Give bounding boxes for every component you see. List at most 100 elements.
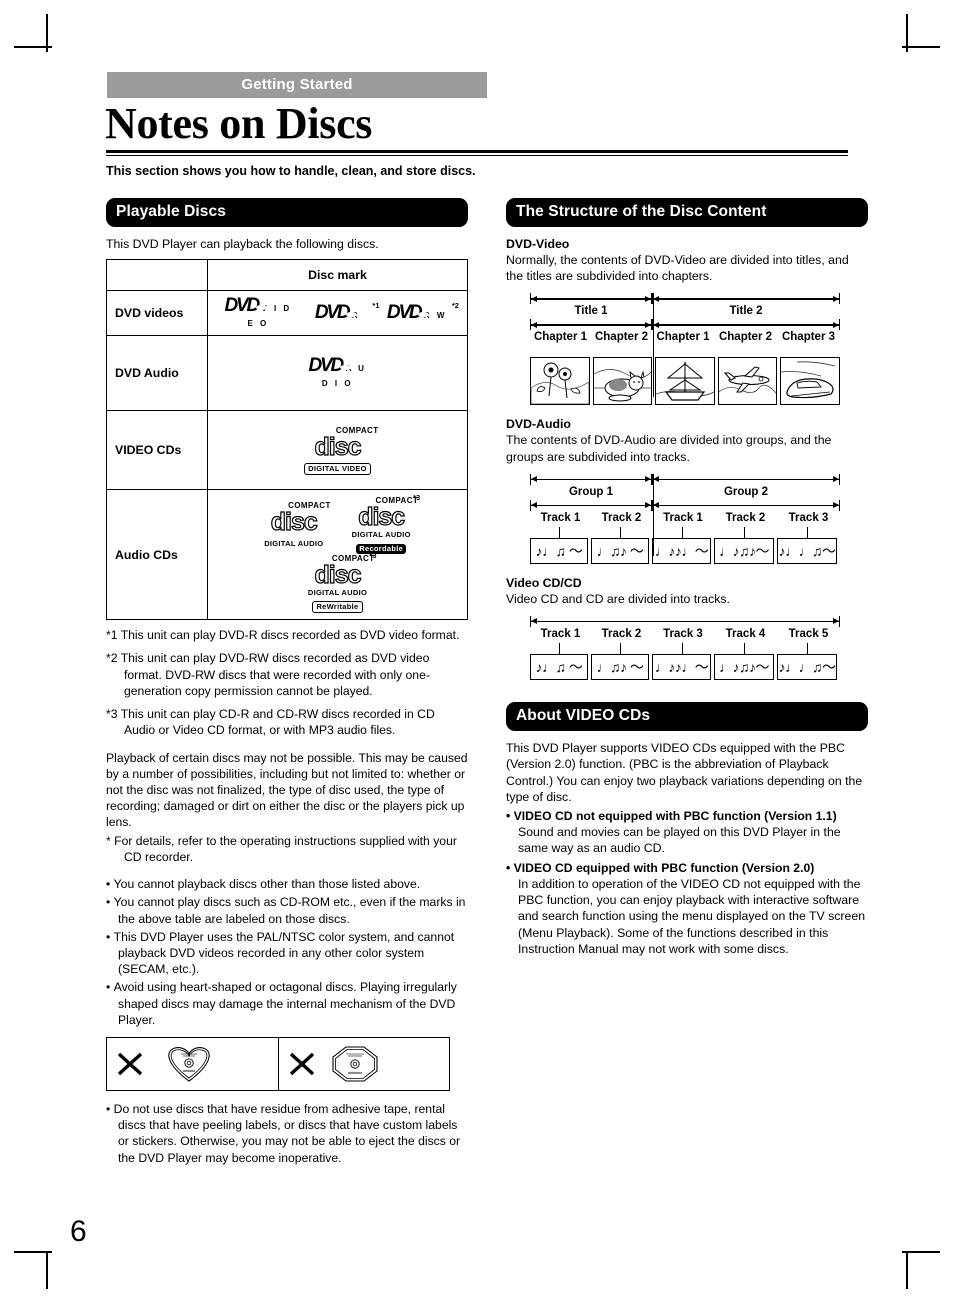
track-label: Track 3 bbox=[663, 628, 703, 641]
track-label: Track 4 bbox=[725, 628, 766, 641]
asterisk-note-text: For details, refer to the operating inst… bbox=[114, 833, 457, 864]
bullet-text: You cannot play discs such as CD-ROM etc… bbox=[113, 895, 466, 926]
table-row: VIDEO CDs COMPACT disc DIGITAL VIDEO bbox=[106, 410, 468, 491]
music-note-box: ♪♩♫ ～ bbox=[530, 526, 588, 564]
track-label: Track 2 bbox=[725, 511, 766, 524]
pbc-bullet-1-body: Sound and movies can be played on this D… bbox=[518, 825, 841, 856]
footnote-ref: *3 bbox=[369, 551, 377, 561]
row-marks-dvd-audio: DVD A U D I O bbox=[207, 335, 468, 412]
pbc-bullet-2-body: In addition to operation of the VIDEO CD… bbox=[518, 876, 866, 956]
connector-tick bbox=[807, 526, 809, 539]
title-arrow-row bbox=[530, 293, 840, 305]
compact-disc-rewritable-logo: *3 COMPACT disc DIGITAL AUDIO ReWritable bbox=[299, 551, 377, 614]
vcd-arrow-row bbox=[530, 616, 840, 628]
title-2-arrow bbox=[652, 293, 840, 305]
cross-mark-icon bbox=[289, 1052, 314, 1076]
playable-discs-lead: This DVD Player can playback the followi… bbox=[106, 237, 379, 251]
music-notes-glyph: ♪♩♫ ～ bbox=[535, 659, 583, 676]
table-header-blank bbox=[106, 259, 208, 292]
bullet-text: Do not use discs that have residue from … bbox=[113, 1102, 461, 1165]
group-arrow-row bbox=[530, 473, 840, 485]
chapter-label: Chapter 3 bbox=[781, 331, 836, 344]
flowers-image bbox=[530, 362, 589, 405]
list-item: • Avoid using heart-shaped or octagonal … bbox=[106, 980, 457, 1027]
music-notes-glyph: ♩♫♪ ～ bbox=[596, 659, 644, 676]
title-1-label: Title 1 bbox=[574, 305, 608, 318]
music-note-box: ♩♪♫♪～ bbox=[714, 526, 774, 564]
chapter-label: Chapter 2 bbox=[718, 331, 773, 344]
dvd-r-logo: *1 DVD R bbox=[303, 301, 380, 322]
crop-mark-top-left-h bbox=[14, 46, 52, 48]
chapter-label: Chapter 1 bbox=[533, 331, 588, 344]
car-image bbox=[781, 361, 836, 399]
table-row: DVD videos DVD V I D E O *1 DVD R *2 bbox=[106, 290, 468, 337]
row-label-dvd-audio: DVD Audio bbox=[106, 335, 208, 412]
playable-discs-heading: Playable Discs bbox=[106, 198, 468, 227]
track-label-row: Track 1 Track 2 Track 1 Track 2 Track 3 bbox=[530, 511, 840, 526]
music-notes-glyph: ♩♪♫♪～ bbox=[719, 659, 770, 676]
chapter-label: Chapter 1 bbox=[656, 331, 710, 344]
row-marks-dvd-videos: DVD V I D E O *1 DVD R *2 DVD R W bbox=[207, 290, 468, 337]
music-note-box: ♪♩♩♫～ bbox=[777, 526, 837, 564]
footnote-ref: *3 bbox=[413, 493, 421, 503]
track-label: Track 1 bbox=[663, 511, 703, 524]
video-cd-diagram: Track 1 Track 2 Track 3 Track 4 Track 5 … bbox=[530, 616, 840, 681]
shape-warning-box bbox=[106, 1037, 450, 1092]
dvd-logo-word: DVD bbox=[386, 302, 423, 324]
car-thumbnail bbox=[780, 357, 840, 406]
music-notes-glyph: ♪♩♫ ～ bbox=[535, 542, 583, 559]
crop-mark-bottom-right-v bbox=[906, 1251, 908, 1289]
track-label: Track 2 bbox=[601, 511, 642, 524]
document-page: Getting Started Notes on Discs This sect… bbox=[0, 0, 954, 1313]
page-subtitle: This section shows you how to handle, cl… bbox=[106, 164, 476, 178]
list-item: • VIDEO CD not equipped with PBC functio… bbox=[506, 808, 837, 823]
section-tag: Getting Started bbox=[107, 72, 487, 98]
connector-tick bbox=[559, 643, 561, 656]
footnote-3-text: This unit can play CD-R and CD-RW discs … bbox=[120, 707, 435, 738]
title-2-label: Title 2 bbox=[729, 305, 763, 318]
group-2-arrow bbox=[652, 473, 840, 485]
cross-mark-icon bbox=[117, 1052, 143, 1076]
table-header-disc-mark: Disc mark bbox=[207, 259, 468, 292]
crop-mark-top-right-h bbox=[902, 46, 940, 48]
vcd-track-label-row: Track 1 Track 2 Track 3 Track 4 Track 5 bbox=[530, 627, 840, 642]
track-note-row: ♪♩♫ ～ ♩♫♪ ～ ♩♪♪♩～ ♩♪♫♪～ ♪♩♩♫～ bbox=[530, 526, 840, 564]
list-item: • VIDEO CD equipped with PBC function (V… bbox=[506, 860, 815, 875]
music-note-box: ♪♩♫ ～ bbox=[530, 643, 588, 681]
crop-mark-bottom-right-h bbox=[902, 1251, 940, 1253]
row-label-audio-cds: Audio CDs bbox=[106, 489, 208, 621]
flowers-thumbnail bbox=[530, 357, 590, 406]
airplane-thumbnail bbox=[717, 357, 778, 406]
cd-logo-band-digital-audio: DIGITAL AUDIO bbox=[264, 539, 324, 549]
music-notes-glyph: ♩♪♪♩～ bbox=[654, 659, 709, 676]
group-1-label: Group 1 bbox=[568, 485, 614, 498]
pbc-bullet-1-title: VIDEO CD not equipped with PBC function … bbox=[513, 808, 837, 823]
bullet-text: You cannot playback discs other than tho… bbox=[113, 877, 421, 892]
footnote-1-text: This unit can play DVD-R discs recorded … bbox=[120, 628, 460, 643]
cat-image bbox=[593, 369, 652, 402]
footnote-2: *2 This unit can play DVD-RW discs recor… bbox=[106, 650, 468, 699]
group-1-track-arrow bbox=[530, 499, 652, 511]
connector-tick bbox=[560, 357, 561, 358]
group-label-row: Group 1 Group 2 bbox=[530, 485, 840, 500]
adhesive-tape-warning: • Do not use discs that have residue fro… bbox=[106, 1102, 461, 1165]
connector-tick bbox=[622, 357, 623, 358]
playback-warning-paragraph: Playback of certain discs may not be pos… bbox=[106, 750, 468, 830]
title-1-arrow bbox=[530, 293, 652, 305]
dvd-video-heading: DVD-Video bbox=[506, 237, 570, 251]
track-label: Track 1 bbox=[540, 628, 581, 641]
track-label: Track 5 bbox=[788, 628, 829, 641]
group-2-track-arrow bbox=[652, 499, 840, 511]
about-video-cds-intro: This DVD Player supports VIDEO CDs equip… bbox=[506, 741, 863, 804]
row-marks-audio-cds: COMPACT disc DIGITAL AUDIO *3 COMPACT di… bbox=[207, 489, 468, 621]
connector-tick bbox=[681, 643, 683, 656]
chapter-label-row: Chapter 1 Chapter 2 Chapter 1 Chapter 2 … bbox=[530, 330, 840, 345]
title-1-chapter-arrow bbox=[530, 319, 652, 331]
sailing-ship-thumbnail bbox=[655, 357, 715, 406]
video-cd-heading: Video CD/CD bbox=[506, 575, 582, 590]
dvd-video-diagram: Title 1 Title 2 Chapter 1 Chapter 2 Chap… bbox=[530, 293, 840, 406]
disc-structure-heading: The Structure of the Disc Content bbox=[506, 198, 868, 227]
dvd-video-text: Normally, the contents of DVD-Video are … bbox=[506, 253, 849, 284]
group-1-arrow bbox=[530, 473, 652, 485]
vcd-full-arrow bbox=[530, 616, 840, 628]
